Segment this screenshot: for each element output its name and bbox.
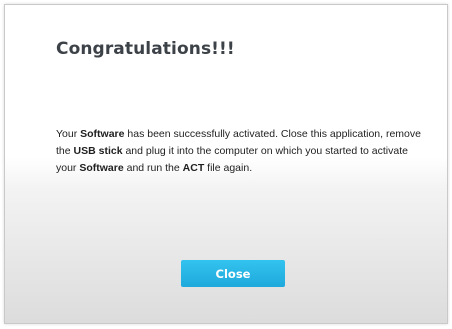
dialog-message: Your Software has been successfully acti…: [56, 126, 426, 177]
message-text: Your: [56, 128, 81, 140]
message-software-term: Software: [79, 162, 124, 174]
message-software-term: Software: [80, 128, 125, 140]
close-button[interactable]: Close: [181, 260, 285, 287]
activation-dialog: Congratulations!!! Your Software has bee…: [4, 4, 448, 324]
message-act-term: ACT: [182, 162, 205, 174]
message-usb-stick-term: USB stick: [73, 145, 123, 157]
dialog-title: Congratulations!!!: [56, 39, 235, 59]
message-text: and run the: [123, 162, 183, 174]
message-text: file again.: [204, 162, 253, 174]
